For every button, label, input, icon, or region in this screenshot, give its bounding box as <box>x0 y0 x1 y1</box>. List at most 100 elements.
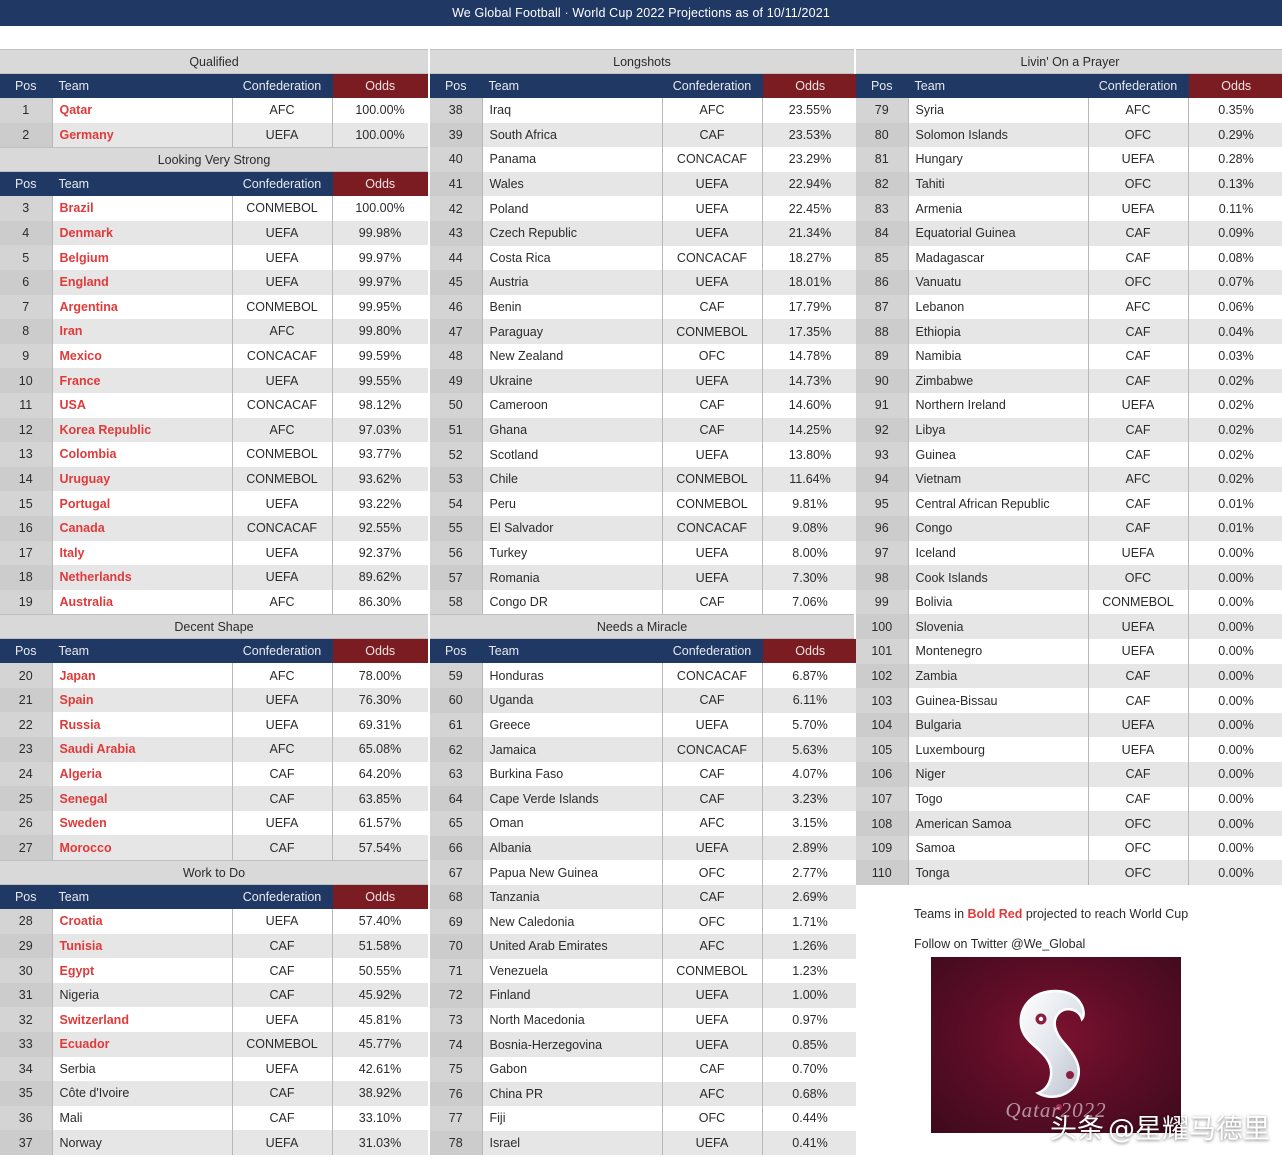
table-row[interactable]: 101 Montenegro UEFA 0.00% <box>856 639 1282 664</box>
column-header-team[interactable]: Team <box>482 74 663 98</box>
table-row[interactable]: 85 Madagascar CAF 0.08% <box>856 245 1282 271</box>
column-header-pos[interactable]: Pos <box>0 74 53 98</box>
table-row[interactable]: 9 Mexico CONCACAF 99.59% <box>0 343 429 369</box>
table-row[interactable]: 80 Solomon Islands OFC 0.29% <box>856 122 1282 148</box>
table-row[interactable]: 30 Egypt CAF 50.55% <box>0 958 429 983</box>
table-row[interactable]: 37 Norway UEFA 31.03% <box>0 1130 429 1155</box>
table-row[interactable]: 76 China PR AFC 0.68% <box>430 1081 859 1107</box>
table-row[interactable]: 63 Burkina Faso CAF 4.07% <box>430 761 859 787</box>
table-row[interactable]: 2 Germany UEFA 100.00% <box>0 122 429 148</box>
column-header-odds[interactable]: Odds <box>762 74 858 98</box>
table-row[interactable]: 27 Morocco CAF 57.54% <box>0 835 429 861</box>
column-header-confederation[interactable]: Confederation <box>232 885 333 910</box>
table-row[interactable]: 99 Bolivia CONMEBOL 0.00% <box>856 589 1282 615</box>
table-row[interactable]: 60 Uganda CAF 6.11% <box>430 688 859 713</box>
table-row[interactable]: 61 Greece UEFA 5.70% <box>430 712 859 738</box>
table-row[interactable]: 34 Serbia UEFA 42.61% <box>0 1056 429 1082</box>
table-row[interactable]: 50 Cameroon CAF 14.60% <box>430 393 859 418</box>
table-row[interactable]: 28 Croatia UEFA 57.40% <box>0 909 429 934</box>
column-header-team[interactable]: Team <box>908 74 1089 98</box>
table-row[interactable]: 109 Samoa OFC 0.00% <box>856 835 1282 861</box>
table-row[interactable]: 41 Wales UEFA 22.94% <box>430 171 859 197</box>
table-row[interactable]: 106 Niger CAF 0.00% <box>856 762 1282 787</box>
table-row[interactable]: 91 Northern Ireland UEFA 0.02% <box>856 393 1282 418</box>
table-row[interactable]: 43 Czech Republic UEFA 21.34% <box>430 220 859 246</box>
column-header-team[interactable]: Team <box>52 172 233 197</box>
table-row[interactable]: 67 Papua New Guinea OFC 2.77% <box>430 860 859 885</box>
table-row[interactable]: 72 Finland UEFA 1.00% <box>430 983 859 1008</box>
table-row[interactable]: 75 Gabon CAF 0.70% <box>430 1056 859 1082</box>
table-row[interactable]: 8 Iran AFC 99.80% <box>0 319 429 344</box>
table-row[interactable]: 32 Switzerland UEFA 45.81% <box>0 1007 429 1032</box>
table-row[interactable]: 59 Honduras CONCACAF 6.87% <box>430 663 859 689</box>
table-row[interactable]: 46 Benin CAF 17.79% <box>430 294 859 320</box>
table-row[interactable]: 51 Ghana CAF 14.25% <box>430 417 859 443</box>
table-row[interactable]: 13 Colombia CONMEBOL 93.77% <box>0 442 429 467</box>
table-row[interactable]: 1 Qatar AFC 100.00% <box>0 98 429 123</box>
column-header-odds[interactable]: Odds <box>332 639 428 664</box>
table-row[interactable]: 7 Argentina CONMEBOL 99.95% <box>0 294 429 320</box>
table-row[interactable]: 52 Scotland UEFA 13.80% <box>430 442 859 467</box>
table-row[interactable]: 66 Albania UEFA 2.89% <box>430 835 859 861</box>
table-row[interactable]: 73 North Macedonia UEFA 0.97% <box>430 1007 859 1033</box>
table-row[interactable]: 48 New Zealand OFC 14.78% <box>430 343 859 369</box>
table-row[interactable]: 24 Algeria CAF 64.20% <box>0 761 429 787</box>
table-row[interactable]: 15 Portugal UEFA 93.22% <box>0 491 429 516</box>
table-row[interactable]: 53 Chile CONMEBOL 11.64% <box>430 466 859 492</box>
table-row[interactable]: 18 Netherlands UEFA 89.62% <box>0 565 429 590</box>
table-row[interactable]: 56 Turkey UEFA 8.00% <box>430 540 859 566</box>
table-row[interactable]: 4 Denmark UEFA 99.98% <box>0 220 429 246</box>
table-row[interactable]: 108 American Samoa OFC 0.00% <box>856 811 1282 836</box>
table-row[interactable]: 107 Togo CAF 0.00% <box>856 786 1282 812</box>
table-row[interactable]: 96 Congo CAF 0.01% <box>856 516 1282 541</box>
column-header-odds[interactable]: Odds <box>762 639 858 664</box>
table-row[interactable]: 54 Peru CONMEBOL 9.81% <box>430 491 859 517</box>
table-row[interactable]: 35 Côte d'Ivoire CAF 38.92% <box>0 1081 429 1106</box>
column-header-team[interactable]: Team <box>52 639 233 664</box>
column-header-confederation[interactable]: Confederation <box>662 74 763 98</box>
column-header-odds[interactable]: Odds <box>332 74 428 98</box>
column-header-pos[interactable]: Pos <box>856 74 909 98</box>
column-header-pos[interactable]: Pos <box>0 172 53 197</box>
table-row[interactable]: 3 Brazil CONMEBOL 100.00% <box>0 196 429 221</box>
table-row[interactable]: 81 Hungary UEFA 0.28% <box>856 147 1282 172</box>
table-row[interactable]: 89 Namibia CAF 0.03% <box>856 343 1282 369</box>
table-row[interactable]: 25 Senegal CAF 63.85% <box>0 786 429 811</box>
table-row[interactable]: 58 Congo DR CAF 7.06% <box>430 589 859 615</box>
column-header-team[interactable]: Team <box>52 74 233 98</box>
table-row[interactable]: 90 Zimbabwe CAF 0.02% <box>856 368 1282 394</box>
column-header-odds[interactable]: Odds <box>332 885 428 910</box>
table-row[interactable]: 57 Romania UEFA 7.30% <box>430 565 859 590</box>
column-header-team[interactable]: Team <box>52 885 233 910</box>
table-row[interactable]: 105 Luxembourg UEFA 0.00% <box>856 737 1282 763</box>
table-row[interactable]: 36 Mali CAF 33.10% <box>0 1105 429 1131</box>
table-row[interactable]: 6 England UEFA 99.97% <box>0 269 429 295</box>
table-row[interactable]: 78 Israel UEFA 0.41% <box>430 1130 859 1156</box>
table-row[interactable]: 31 Nigeria CAF 45.92% <box>0 982 429 1008</box>
table-row[interactable]: 49 Ukraine UEFA 14.73% <box>430 368 859 394</box>
table-row[interactable]: 102 Zambia CAF 0.00% <box>856 663 1282 689</box>
table-row[interactable]: 103 Guinea-Bissau CAF 0.00% <box>856 688 1282 713</box>
column-header-pos[interactable]: Pos <box>0 639 53 664</box>
table-row[interactable]: 11 USA CONCACAF 98.12% <box>0 392 429 418</box>
table-row[interactable]: 86 Vanuatu OFC 0.07% <box>856 270 1282 295</box>
table-row[interactable]: 55 El Salvador CONCACAF 9.08% <box>430 516 859 541</box>
column-header-pos[interactable]: Pos <box>430 639 483 664</box>
table-row[interactable]: 70 United Arab Emirates AFC 1.26% <box>430 934 859 959</box>
table-row[interactable]: 39 South Africa CAF 23.53% <box>430 122 859 148</box>
table-row[interactable]: 23 Saudi Arabia AFC 65.08% <box>0 737 429 762</box>
table-row[interactable]: 26 Sweden UEFA 61.57% <box>0 810 429 836</box>
table-row[interactable]: 68 Tanzania CAF 2.69% <box>430 884 859 910</box>
column-header-confederation[interactable]: Confederation <box>662 639 763 664</box>
table-row[interactable]: 16 Canada CONCACAF 92.55% <box>0 515 429 541</box>
column-header-confederation[interactable]: Confederation <box>232 172 333 197</box>
column-header-confederation[interactable]: Confederation <box>1088 74 1189 98</box>
table-row[interactable]: 71 Venezuela CONMEBOL 1.23% <box>430 958 859 984</box>
table-row[interactable]: 95 Central African Republic CAF 0.01% <box>856 491 1282 517</box>
column-header-pos[interactable]: Pos <box>0 885 53 910</box>
table-row[interactable]: 38 Iraq AFC 23.55% <box>430 98 859 123</box>
table-row[interactable]: 82 Tahiti OFC 0.13% <box>856 171 1282 197</box>
table-row[interactable]: 17 Italy UEFA 92.37% <box>0 540 429 566</box>
table-row[interactable]: 42 Poland UEFA 22.45% <box>430 196 859 221</box>
table-row[interactable]: 98 Cook Islands OFC 0.00% <box>856 565 1282 590</box>
